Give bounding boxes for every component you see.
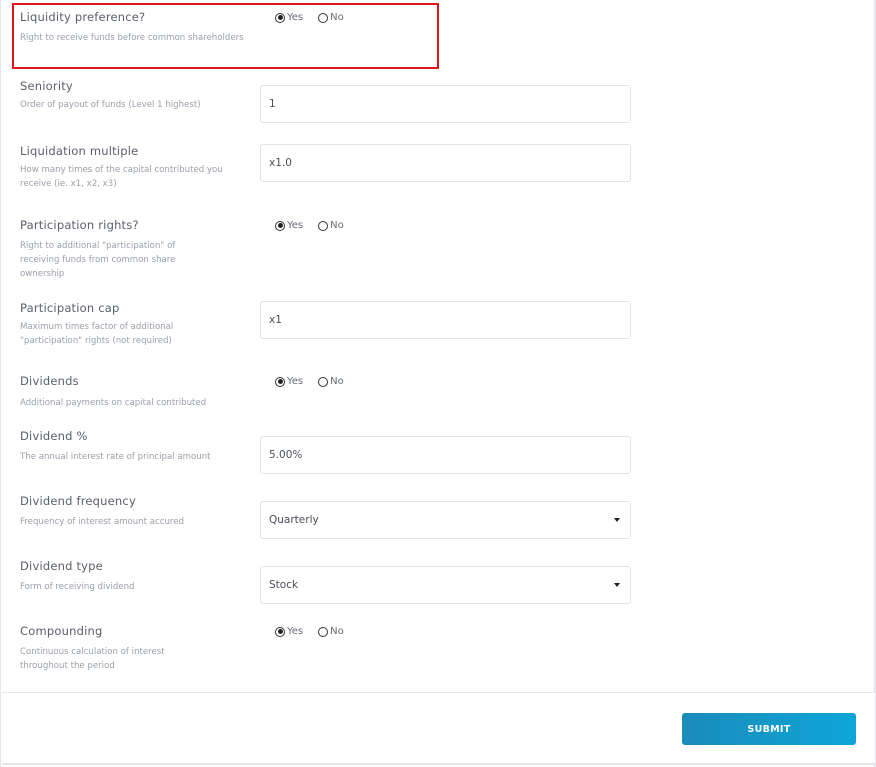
compounding-yes-radio[interactable]: Yes	[275, 626, 303, 637]
radio-checked-icon	[275, 376, 285, 387]
field-dividend-type: Dividend type Form of receiving dividend…	[20, 559, 640, 604]
participation-rights-no-radio[interactable]: No	[318, 220, 344, 231]
dividends-no-radio[interactable]: No	[318, 376, 344, 387]
radio-checked-icon	[275, 220, 285, 231]
dividends-yes-radio[interactable]: Yes	[275, 376, 303, 387]
field-help: Continuous calculation of interest throu…	[20, 647, 165, 671]
field-help: Maximum times factor of additional "part…	[20, 322, 174, 346]
field-help: Form of receiving dividend	[20, 582, 135, 592]
participation-rights-yes-radio[interactable]: Yes	[275, 220, 303, 231]
selected-value: Stock	[269, 579, 299, 591]
field-help: How many times of the capital contribute…	[20, 165, 223, 189]
field-dividend-percent: Dividend % The annual interest rate of p…	[20, 429, 640, 474]
field-help: Right to receive funds before common sha…	[20, 33, 244, 43]
field-liquidity-preference: Liquidity preference? Right to receive f…	[20, 10, 640, 45]
radio-label: No	[330, 376, 344, 387]
seniority-input[interactable]	[260, 85, 631, 123]
caret-down-icon	[614, 583, 620, 587]
liquidity-no-radio[interactable]: No	[318, 12, 344, 23]
field-help: The annual interest rate of principal am…	[20, 452, 211, 462]
submit-button[interactable]: SUBMIT	[682, 713, 856, 745]
dividend-type-select[interactable]: Stock	[260, 566, 631, 604]
field-seniority: Seniority Order of payout of funds (Leve…	[20, 79, 640, 123]
radio-label: Yes	[287, 626, 304, 637]
compounding-no-radio[interactable]: No	[318, 626, 344, 637]
selected-value: Quarterly	[269, 514, 319, 526]
field-help: Frequency of interest amount accured	[20, 517, 184, 527]
radio-checked-icon	[275, 626, 285, 637]
compounding-radio-group: Yes No	[275, 626, 359, 637]
caret-down-icon	[614, 518, 620, 522]
field-dividend-frequency: Dividend frequency Frequency of interest…	[20, 494, 640, 539]
radio-label: Yes	[287, 376, 304, 387]
preferred-terms-form: Liquidity preference? Right to receive f…	[0, 0, 876, 767]
liquidation-multiple-input[interactable]	[260, 144, 631, 182]
dividend-percent-input[interactable]	[260, 436, 631, 474]
field-dividends: Dividends Additional payments on capital…	[20, 374, 640, 410]
radio-label: Yes	[287, 12, 304, 23]
field-participation-cap: Participation cap Maximum times factor o…	[20, 301, 640, 348]
participation-cap-input[interactable]	[260, 301, 631, 339]
radio-unchecked-icon	[318, 626, 329, 637]
liquidity-yes-radio[interactable]: Yes	[275, 12, 303, 23]
radio-unchecked-icon	[318, 12, 329, 23]
field-help: Additional payments on capital contribut…	[20, 398, 207, 408]
radio-label: Yes	[287, 220, 304, 231]
dividends-radio-group: Yes No	[275, 376, 359, 387]
field-help: Order of payout of funds (Level 1 highes…	[20, 100, 201, 110]
field-participation-rights: Participation rights? Right to additiona…	[20, 218, 640, 281]
field-liquidation-multiple: Liquidation multiple How many times of t…	[20, 144, 640, 191]
dividend-frequency-select[interactable]: Quarterly	[260, 501, 631, 539]
radio-label: No	[330, 12, 344, 23]
radio-label: No	[330, 626, 344, 637]
radio-label: No	[330, 220, 344, 231]
liquidity-radio-group: Yes No	[275, 12, 359, 23]
field-compounding: Compounding Continuous calculation of in…	[20, 624, 640, 673]
radio-unchecked-icon	[318, 376, 329, 387]
participation-rights-radio-group: Yes No	[275, 220, 359, 231]
form-footer: SUBMIT	[2, 692, 875, 765]
radio-unchecked-icon	[318, 220, 329, 231]
field-help: Right to additional "participation" of r…	[20, 241, 176, 279]
radio-checked-icon	[275, 12, 285, 23]
